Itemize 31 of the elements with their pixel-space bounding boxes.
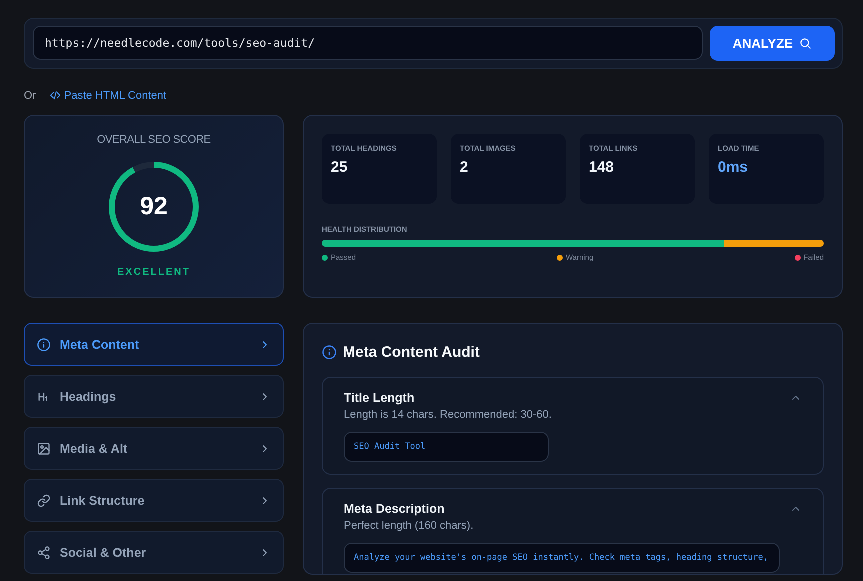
check-title: Title Length: [344, 391, 415, 405]
score-ring-track: [132, 162, 154, 173]
stat-value: 25: [331, 159, 349, 176]
or-label: Or: [24, 90, 36, 102]
code-value: Analyze your website's on-page SEO instantly. Check meta tags, heading structure,: [344, 543, 780, 573]
code-value: SEO Audit Tool: [344, 432, 549, 462]
stat-value: 148: [589, 159, 616, 176]
paste-html-link[interactable]: Paste HTML Content: [50, 90, 167, 102]
check-message: Length is 14 chars. Recommended: 30-60.: [344, 409, 553, 421]
check-title: Meta Description: [344, 502, 445, 516]
check-message: Perfect length (160 chars).: [344, 520, 475, 532]
url-field[interactable]: https://needlecode.com/tools/seo-audit/: [33, 26, 703, 60]
search-icon: [799, 37, 812, 50]
sidebar-item[interactable]: Headings: [24, 375, 284, 418]
score-value: 92: [140, 192, 168, 222]
sidebar-item[interactable]: Social & Other: [24, 531, 284, 574]
share-icon: [37, 546, 51, 560]
analyze-button[interactable]: ANALYZE: [710, 26, 835, 61]
sidebar-item[interactable]: Link Structure: [24, 479, 284, 522]
link-icon: [37, 494, 51, 508]
sidebar-item[interactable]: Media & Alt: [24, 427, 284, 470]
stat-value: 0ms: [718, 159, 750, 176]
score-rating: EXCELLENT: [118, 267, 190, 278]
score-title: OVERALL SEO SCORE: [97, 134, 211, 146]
code-icon: [50, 90, 62, 101]
info-icon: [322, 345, 337, 360]
sidebar-item[interactable]: Meta Content: [24, 323, 284, 366]
image-icon: [37, 442, 51, 456]
audit-title: Meta Content Audit: [343, 344, 480, 361]
stat-value: 2: [460, 159, 470, 176]
info-icon: [37, 338, 51, 352]
